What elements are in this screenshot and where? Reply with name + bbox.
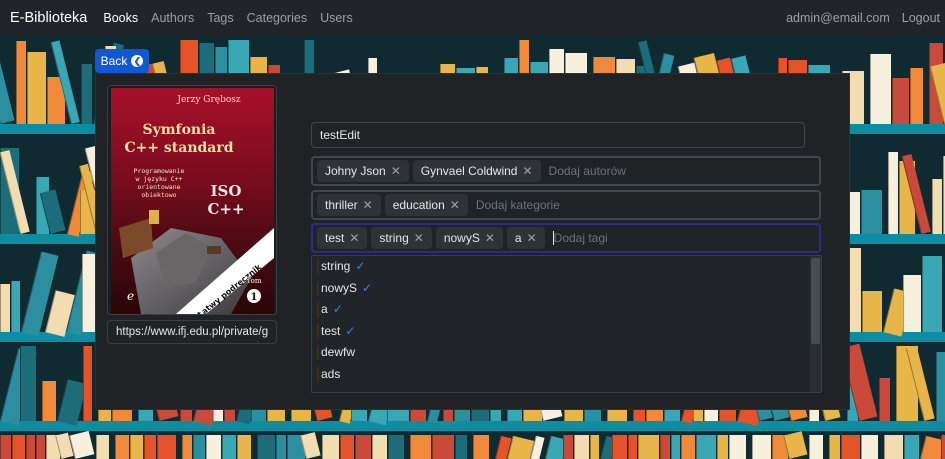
dropdown-scrollbar[interactable] (810, 256, 821, 392)
close-icon[interactable]: ✕ (527, 231, 537, 245)
scrollbar-thumb[interactable] (811, 258, 820, 344)
check-icon: ✓ (345, 323, 356, 338)
tag-option-label: nowyS (321, 280, 358, 295)
author-chip: Gynvael Coldwind ✕ (412, 160, 541, 182)
title-input[interactable]: testEdit (311, 122, 805, 148)
close-icon[interactable]: ✕ (414, 231, 424, 245)
close-icon[interactable]: ✕ (450, 198, 460, 212)
publisher-logo: e (127, 289, 134, 303)
close-icon[interactable]: ✕ (485, 231, 495, 245)
tag-chip: test ✕ (317, 227, 368, 249)
tag-option[interactable]: ads (312, 364, 821, 386)
tag-chip: a ✕ (506, 227, 545, 249)
tag-option-label: ads (321, 366, 341, 381)
chevron-left-icon: ❮ (131, 55, 144, 67)
navbar: E-Biblioteka Books Authors Tags Categori… (0, 0, 945, 36)
brand-logo[interactable]: E-Biblioteka (10, 10, 87, 26)
user-email[interactable]: admin@email.com (786, 11, 890, 25)
author-chip-label: Johny Json (325, 164, 386, 178)
tag-chip-label: a (514, 231, 522, 245)
authors-placeholder[interactable]: Dodaj autorów (549, 164, 626, 178)
cover-iso-line1: ISO (211, 182, 242, 200)
back-button-label: Back (100, 54, 128, 68)
cover-volume-label: Tom (247, 277, 262, 285)
close-icon[interactable]: ✕ (522, 164, 532, 178)
cover-author: Jerzy Grębosz (176, 95, 241, 105)
tags-placeholder[interactable]: Dodaj tagi (554, 231, 608, 245)
check-icon: ✓ (362, 280, 373, 295)
tag-option-label: dewfw (321, 345, 356, 360)
check-icon: ✓ (332, 302, 343, 317)
cover-title-line1: Symfonia (143, 122, 216, 138)
close-icon[interactable]: ✕ (349, 231, 359, 245)
nav-books[interactable]: Books (103, 11, 138, 25)
tags-multiselect[interactable]: test ✕ string ✕ nowyS ✕ a ✕ Dodaj tagi (311, 223, 821, 253)
nav-categories[interactable]: Categories (247, 11, 307, 25)
tag-option-label: test (321, 323, 341, 338)
book-cover-image: Jerzy Grębosz Symfonia C++ standard Prog… (111, 88, 274, 314)
navbar-user-area: admin@email.com Logout (774, 11, 940, 25)
tag-option[interactable]: a ✓ (312, 299, 821, 321)
authors-multiselect[interactable]: Johny Json ✕ Gynvael Coldwind ✕ Dodaj auto… (311, 156, 821, 186)
tag-chip-label: string (379, 231, 409, 245)
tag-chip-label: test (325, 231, 345, 245)
tag-chip: nowyS ✕ (435, 227, 503, 249)
category-chip: education ✕ (384, 194, 468, 216)
close-icon[interactable]: ✕ (363, 198, 373, 212)
cover-volume-number: 1 (251, 292, 258, 303)
nav-tags[interactable]: Tags (207, 11, 233, 25)
cover-iso-line2: C++ (207, 200, 244, 218)
category-chip-label: education (392, 198, 445, 212)
tag-option[interactable]: nowyS ✓ (312, 278, 821, 300)
back-button[interactable]: Back ❮ (95, 49, 149, 73)
tag-option-label: string (321, 259, 351, 273)
category-chip: thriller ✕ (317, 194, 381, 216)
tag-option[interactable]: string ✓ (312, 256, 821, 278)
tag-chip-label: nowyS (443, 231, 480, 245)
cover-subtitle: Programowanie w języku C++ orientowane obie… (134, 167, 185, 199)
author-chip-label: Gynvael Coldwind (420, 164, 518, 178)
author-chip: Johny Json ✕ (317, 160, 409, 182)
image-url-input[interactable]: https://www.ifj.edu.pl/private/g (107, 320, 277, 344)
nav-users[interactable]: Users (320, 11, 353, 25)
tag-chip: string ✕ (371, 227, 432, 249)
tag-option[interactable]: test ✓ (312, 321, 821, 343)
tag-option[interactable]: dewfw (312, 342, 821, 364)
categories-placeholder[interactable]: Dodaj kategorie (476, 198, 560, 212)
check-icon: ✓ (355, 259, 366, 273)
logout-link[interactable]: Logout (902, 11, 940, 25)
tag-option-label: a (321, 302, 328, 317)
close-icon[interactable]: ✕ (391, 164, 401, 178)
categories-multiselect[interactable]: thriller ✕ education ✕ Dodaj kategorie (311, 190, 821, 220)
book-cover-art: Jerzy Grębosz Symfonia C++ standard Prog… (119, 95, 274, 314)
cover-title-line2: C++ standard (124, 140, 233, 156)
category-chip-label: thriller (325, 198, 358, 212)
nav-authors[interactable]: Authors (151, 11, 194, 25)
tags-dropdown: string ✓ nowyS ✓ a ✓ test ✓ dewfw ads (311, 255, 822, 393)
